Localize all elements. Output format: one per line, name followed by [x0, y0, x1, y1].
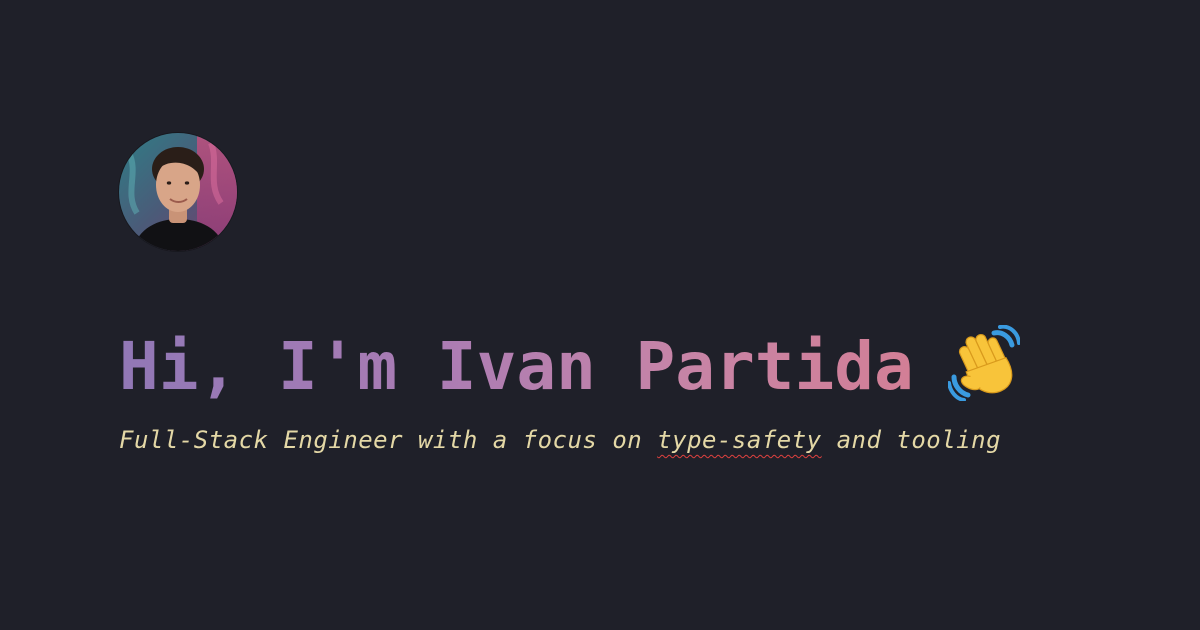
greeting-heading: Hi, I'm Ivan Partida	[119, 328, 914, 405]
tagline-flagged-word: type-safety	[657, 426, 822, 454]
waving-hand-icon	[946, 324, 1021, 402]
avatar	[119, 133, 237, 251]
tagline-text-start: Full-Stack Engineer with a focus on	[119, 426, 658, 454]
headline: Hi, I'm Ivan Partida	[119, 322, 1021, 412]
avatar-photo	[119, 133, 237, 251]
tagline: Full-Stack Engineer with a focus on type…	[119, 426, 1001, 454]
tagline-text-end: and tooling	[821, 426, 1002, 454]
